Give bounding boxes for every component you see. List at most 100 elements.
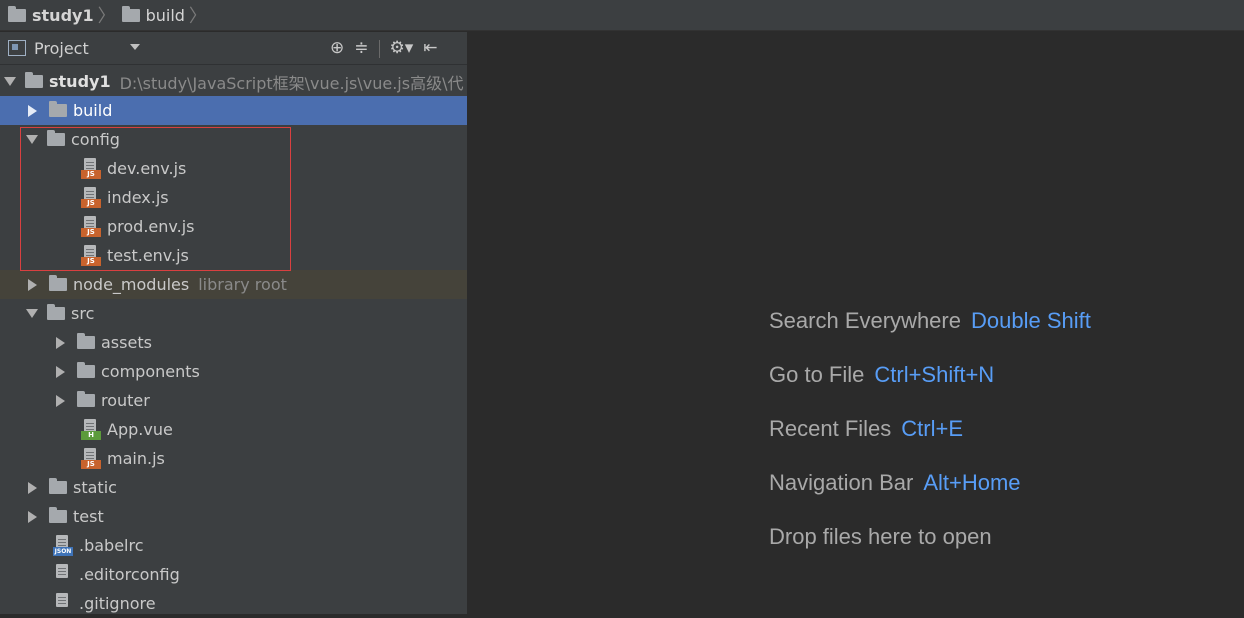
tree-item-src[interactable]: src	[0, 299, 493, 328]
text-file-icon	[53, 592, 73, 615]
gear-icon[interactable]: ⚙▾	[390, 40, 414, 57]
folder-icon	[47, 304, 65, 320]
tree-item-label: App.vue	[107, 420, 173, 439]
tree-item-label: dev.env.js	[107, 159, 187, 178]
tree-item-test[interactable]: test	[0, 502, 495, 531]
vue-file-icon: H	[81, 418, 101, 441]
tree-item-static[interactable]: static	[0, 473, 495, 502]
folder-icon	[77, 362, 95, 378]
tree-item-router[interactable]: router	[0, 386, 523, 415]
toolbar-divider	[378, 39, 380, 58]
project-icon	[8, 40, 26, 56]
tip-label: Recent Files	[769, 416, 892, 441]
tip-navigation-bar: Navigation Bar Alt+Home	[769, 470, 1021, 496]
folder-icon	[77, 333, 95, 349]
tip-shortcut: Ctrl+E	[901, 416, 964, 441]
tip-recent-files: Recent Files Ctrl+E	[769, 416, 963, 442]
folder-icon	[77, 391, 95, 407]
tree-item-label: node_modules	[73, 275, 190, 294]
folder-icon	[49, 478, 67, 494]
tree-item-file[interactable]: JSON .babelrc	[0, 531, 520, 560]
tree-item-file[interactable]: .editorconfig	[0, 560, 520, 589]
tree-item-label: components	[101, 362, 200, 381]
tree-item-file[interactable]: JS test.env.js	[0, 241, 548, 270]
folder-icon	[49, 507, 67, 523]
tree-item-config[interactable]: config	[0, 125, 493, 154]
tree-item-label: router	[101, 391, 150, 410]
chevron-right-icon[interactable]	[28, 481, 37, 494]
tip-search-everywhere: Search Everywhere Double Shift	[769, 308, 1091, 334]
chevron-right-icon[interactable]	[56, 394, 65, 407]
tip-label: Navigation Bar	[769, 470, 914, 495]
tip-shortcut: Ctrl+Shift+N	[874, 362, 995, 387]
tip-label: Drop files here to open	[769, 524, 992, 549]
chevron-right-icon[interactable]	[28, 510, 37, 523]
folder-icon	[25, 72, 43, 88]
chevron-right-icon[interactable]	[28, 104, 37, 117]
tree-item-file[interactable]: JS index.js	[0, 183, 548, 212]
folder-icon	[47, 130, 65, 146]
chevron-down-icon[interactable]	[26, 135, 38, 144]
tree-item-file[interactable]: JS main.js	[0, 444, 548, 473]
tree-item-file[interactable]: H App.vue	[0, 415, 548, 444]
chevron-down-icon[interactable]	[26, 309, 38, 318]
breadcrumb-study1[interactable]: study1	[8, 5, 94, 25]
json-file-icon: JSON	[53, 534, 73, 557]
tree-item-label: config	[71, 130, 120, 149]
text-file-icon	[53, 563, 73, 586]
tree-item-label: src	[71, 304, 95, 323]
tree-item-label: assets	[101, 333, 152, 352]
folder-icon	[121, 5, 140, 22]
chevron-down-icon[interactable]	[4, 77, 16, 86]
tree-item-build[interactable]: build	[0, 96, 495, 125]
tip-label: Search Everywhere	[769, 308, 961, 333]
tip-drop-files: Drop files here to open	[769, 524, 992, 550]
tree-item-label: index.js	[107, 188, 169, 207]
breadcrumb-label: build	[145, 5, 185, 25]
tree-item-components[interactable]: components	[0, 357, 523, 386]
js-file-icon: JS	[81, 215, 101, 238]
tip-go-to-file: Go to File Ctrl+Shift+N	[769, 362, 994, 388]
tree-item-label: .editorconfig	[79, 565, 180, 584]
hide-panel-icon[interactable]: ⇤	[423, 40, 437, 57]
breadcrumb-label: study1	[32, 5, 94, 25]
project-panel-header: Project ⊕ ≑ ⚙▾ ⇤	[0, 32, 467, 65]
tree-item-file[interactable]: JS dev.env.js	[0, 154, 548, 183]
js-file-icon: JS	[81, 244, 101, 267]
js-file-icon: JS	[81, 447, 101, 470]
breadcrumb-separator-icon: 〉	[188, 6, 207, 27]
tree-item-assets[interactable]: assets	[0, 328, 523, 357]
tree-item-study1[interactable]: study1 D:\study\JavaScript框架\vue.js\vue.…	[0, 67, 471, 96]
tree-item-label: .babelrc	[79, 536, 144, 555]
js-file-icon: JS	[81, 157, 101, 180]
tree-item-node-modules[interactable]: node_modules library root	[0, 270, 495, 299]
tree-item-label: build	[73, 101, 113, 120]
navigation-bar: study1 〉 build 〉	[0, 0, 1244, 31]
project-view-selector[interactable]: Project	[34, 39, 89, 58]
js-file-icon: JS	[81, 186, 101, 209]
tree-item-label: static	[73, 478, 117, 497]
tree-item-label: study1	[49, 72, 111, 91]
crosshair-icon[interactable]: ⊕	[330, 40, 344, 57]
folder-icon	[49, 101, 67, 117]
panel-toolbar: ⊕ ≑ ⚙▾ ⇤	[330, 32, 438, 65]
tip-label: Go to File	[769, 362, 865, 387]
tree-item-label: test	[73, 507, 104, 526]
chevron-right-icon[interactable]	[56, 365, 65, 378]
tree-item-file[interactable]: JS prod.env.js	[0, 212, 548, 241]
tip-shortcut: Alt+Home	[923, 470, 1021, 495]
collapse-all-icon[interactable]: ≑	[354, 40, 368, 57]
folder-icon	[8, 5, 26, 22]
breadcrumb-separator-icon: 〉	[97, 6, 116, 27]
tree-item-label: main.js	[107, 449, 165, 468]
tip-shortcut: Double Shift	[970, 308, 1091, 333]
breadcrumb-build[interactable]: build	[121, 5, 185, 25]
project-path: D:\study\JavaScript框架\vue.js\vue.js高级\代	[119, 73, 464, 93]
library-root-hint: library root	[198, 275, 287, 294]
chevron-right-icon[interactable]	[56, 336, 65, 349]
tree-item-label: test.env.js	[107, 246, 189, 265]
chevron-down-icon[interactable]	[130, 44, 140, 50]
tree-item-label: .gitignore	[79, 594, 156, 613]
chevron-right-icon[interactable]	[28, 278, 37, 291]
folder-icon	[49, 275, 67, 291]
